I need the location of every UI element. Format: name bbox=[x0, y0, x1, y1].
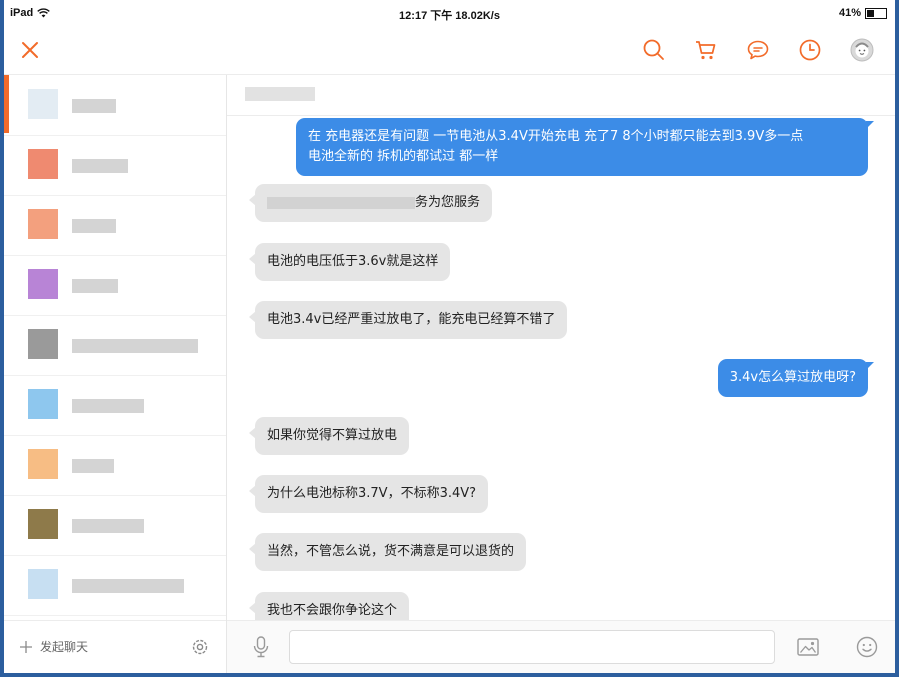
message-line: 电池全新的 拆机的都试过 都一样 bbox=[308, 149, 499, 164]
conversation-name-redacted bbox=[72, 579, 184, 593]
conversation-item[interactable] bbox=[4, 375, 226, 436]
battery-fill bbox=[867, 9, 874, 17]
conversation-item[interactable] bbox=[4, 195, 226, 256]
message-text: 3.4v怎么算过放电呀? bbox=[729, 370, 856, 385]
message-composer bbox=[227, 620, 895, 673]
conversation-item[interactable] bbox=[4, 495, 226, 556]
conversation-item[interactable] bbox=[4, 555, 226, 616]
top-nav bbox=[4, 26, 895, 75]
chat-contact-name-redacted bbox=[245, 87, 315, 101]
message-text: 如果你觉得不算过放电 bbox=[267, 428, 398, 443]
message-text: 务为您服务 bbox=[415, 195, 481, 210]
conversation-name-redacted bbox=[72, 459, 114, 473]
message-bubble-incoming: 我也不会跟你争论这个 bbox=[248, 592, 410, 621]
status-right: 41% bbox=[839, 7, 887, 19]
message-text: 电池的电压低于3.6v就是这样 bbox=[267, 254, 439, 269]
conversation-item[interactable] bbox=[4, 135, 226, 196]
message-bubble-incoming: 为什么电池标称3.7V，不标称3.4V? bbox=[248, 475, 489, 513]
message-bubble-incoming: 如果你觉得不算过放电 bbox=[248, 417, 410, 455]
status-bar: iPad 12:17 下午 18.02K/s 41% bbox=[4, 0, 895, 26]
conversation-avatar bbox=[28, 449, 58, 479]
messages-button[interactable] bbox=[744, 36, 772, 64]
start-chat-label: 发起聊天 bbox=[40, 640, 89, 654]
conversation-avatar bbox=[28, 269, 58, 299]
message-bubble-incoming: 电池3.4v已经严重过放电了，能充电已经算不错了 bbox=[248, 301, 568, 339]
conversation-avatar bbox=[28, 209, 58, 239]
message-text: 我也不会跟你争论这个 bbox=[267, 603, 398, 618]
conversation-name-redacted bbox=[72, 219, 116, 233]
emoji-icon bbox=[856, 636, 878, 658]
microphone-icon bbox=[253, 636, 269, 658]
conversation-name-redacted bbox=[72, 339, 198, 353]
message-input[interactable] bbox=[289, 630, 775, 664]
gear-icon bbox=[192, 639, 208, 655]
message-line: 在 充电器还是有问题 一节电池从3.4V开始充电 充了7 8个小时都只能去到3.… bbox=[308, 129, 804, 144]
conversation-item[interactable] bbox=[4, 255, 226, 316]
message-bubble-outgoing: 3.4v怎么算过放电呀? bbox=[717, 359, 875, 397]
conversation-avatar bbox=[28, 89, 58, 119]
conversation-avatar bbox=[28, 329, 58, 359]
chat-panel: 在 充电器还是有问题 一节电池从3.4V开始充电 充了7 8个小时都只能去到3.… bbox=[227, 75, 895, 673]
settings-button[interactable] bbox=[186, 633, 214, 661]
message-redacted-part bbox=[267, 196, 415, 209]
conversation-avatar bbox=[28, 389, 58, 419]
search-button[interactable] bbox=[640, 36, 668, 64]
conversation-name-redacted bbox=[72, 159, 128, 173]
conversation-name-redacted bbox=[72, 399, 144, 413]
message-bubble-incoming: 电池的电压低于3.6v就是这样 bbox=[248, 243, 451, 281]
plus-icon bbox=[20, 640, 32, 653]
message-text: 为什么电池标称3.7V，不标称3.4V? bbox=[267, 486, 477, 501]
conversation-name-redacted bbox=[72, 519, 144, 533]
search-icon bbox=[643, 39, 664, 60]
battery-icon bbox=[865, 7, 887, 19]
chat-header bbox=[227, 75, 895, 116]
message-bubble-incoming: 务为您服务 bbox=[248, 184, 493, 222]
message-text: 当然，不管怎么说，货不满意是可以退货的 bbox=[267, 544, 515, 559]
message-text: 电池3.4v已经严重过放电了，能充电已经算不错了 bbox=[267, 312, 556, 327]
voice-input-button[interactable] bbox=[247, 633, 275, 661]
conversation-name-redacted bbox=[72, 99, 116, 113]
avatar-icon bbox=[850, 38, 874, 62]
message-bubble-outgoing: 在 充电器还是有问题 一节电池从3.4V开始充电 充了7 8个小时都只能去到3.… bbox=[296, 118, 874, 176]
emoji-button[interactable] bbox=[853, 633, 881, 661]
conversation-avatar bbox=[28, 569, 58, 599]
sidebar-footer: 发起聊天 bbox=[4, 620, 226, 673]
message-list: 在 充电器还是有问题 一节电池从3.4V开始充电 充了7 8个小时都只能去到3.… bbox=[227, 116, 895, 621]
close-icon bbox=[22, 42, 38, 58]
conversation-name-redacted bbox=[72, 279, 118, 293]
message-bubble-incoming: 当然，不管怎么说，货不满意是可以退货的 bbox=[248, 533, 527, 571]
conversation-avatar bbox=[28, 509, 58, 539]
conversation-item[interactable] bbox=[4, 75, 226, 136]
clock-icon bbox=[799, 39, 821, 61]
start-chat-button[interactable]: 发起聊天 bbox=[18, 638, 88, 655]
history-button[interactable] bbox=[796, 36, 824, 64]
profile-button[interactable] bbox=[848, 36, 876, 64]
cart-button[interactable] bbox=[692, 36, 720, 64]
image-icon bbox=[797, 638, 819, 656]
app-window: iPad 12:17 下午 18.02K/s 41% 发起聊天 在 充电器还是有… bbox=[4, 0, 895, 673]
conversation-avatar bbox=[28, 149, 58, 179]
conversation-item[interactable] bbox=[4, 435, 226, 496]
status-time: 12:17 下午 18.02K/s bbox=[399, 10, 500, 22]
chat-bubble-icon bbox=[747, 40, 769, 60]
close-button[interactable] bbox=[16, 36, 44, 64]
conversation-item[interactable] bbox=[4, 315, 226, 376]
battery-percent: 41% bbox=[838, 7, 861, 19]
send-image-button[interactable] bbox=[794, 633, 822, 661]
cart-icon bbox=[696, 41, 716, 60]
conversation-sidebar: 发起聊天 bbox=[4, 75, 227, 673]
